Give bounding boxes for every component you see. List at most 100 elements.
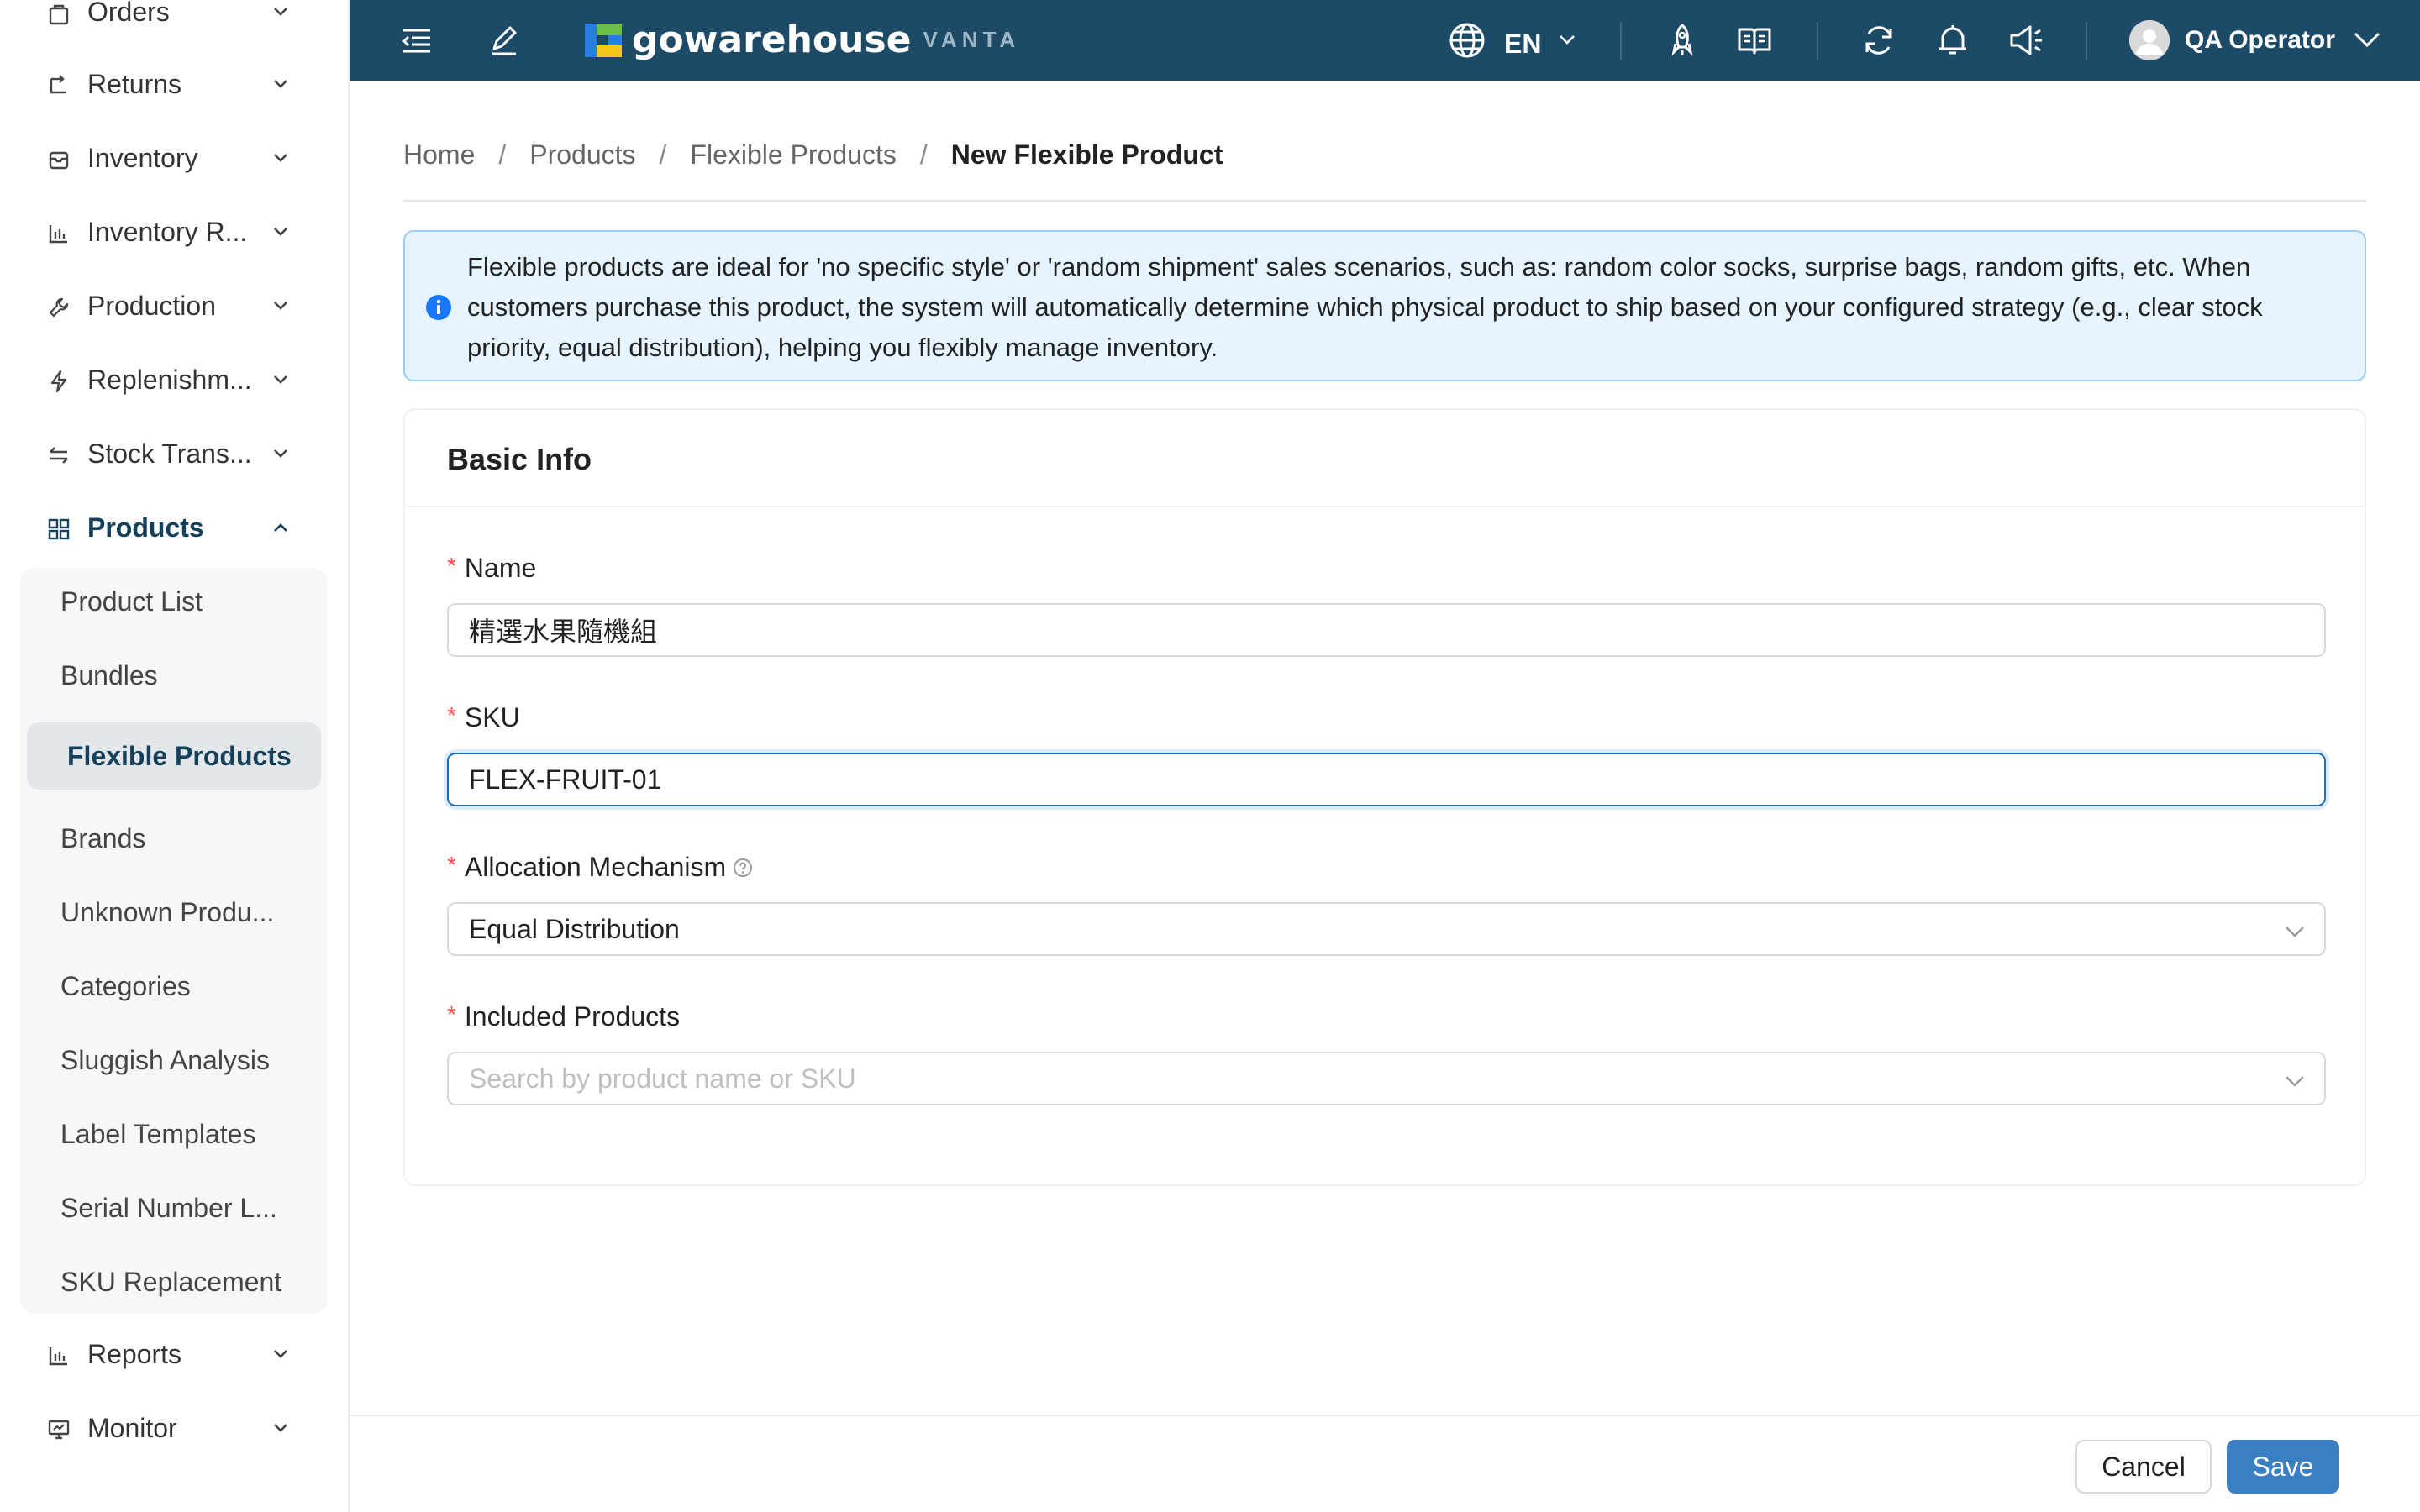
nav-label: Returns xyxy=(87,68,182,99)
nav-item-returns[interactable]: Returns xyxy=(0,50,350,118)
nav-label: Reports xyxy=(87,1338,182,1369)
refresh-icon[interactable] xyxy=(1860,22,1897,59)
label-text: Included Products xyxy=(464,1001,681,1032)
cancel-button[interactable]: Cancel xyxy=(2075,1440,2212,1494)
submenu-item-label-templates[interactable]: Label Templates xyxy=(20,1085,334,1152)
edit-icon[interactable] xyxy=(486,22,523,59)
box-icon xyxy=(49,151,69,170)
submenu-label: Unknown Produ... xyxy=(60,897,275,927)
name-label: * Name xyxy=(447,553,536,584)
nav-item-products[interactable]: Products xyxy=(0,494,350,561)
save-button[interactable]: Save xyxy=(2227,1440,2339,1494)
chevron-down-icon xyxy=(274,1424,287,1432)
required-mark: * xyxy=(447,702,456,728)
required-mark: * xyxy=(447,553,456,579)
breadcrumb-current: New Flexible Product xyxy=(950,139,1223,170)
breadcrumb: Home / Products / Flexible Products / Ne… xyxy=(403,139,1223,171)
bar-chart-icon xyxy=(49,1347,67,1366)
chevron-up-icon xyxy=(274,523,287,532)
submenu-item-categories[interactable]: Categories xyxy=(20,937,334,1005)
header-divider xyxy=(1817,22,1818,60)
submenu-item-unknown-products[interactable]: Unknown Produ... xyxy=(20,864,334,931)
section-title: Basic Info xyxy=(447,442,592,476)
grid-icon xyxy=(48,518,70,540)
submenu-item-brands[interactable]: Brands xyxy=(20,790,334,857)
chevron-down-icon xyxy=(274,375,287,384)
nav-item-replenishment[interactable]: Replenishm... xyxy=(0,346,350,413)
submenu-label: Bundles xyxy=(60,660,158,690)
globe-icon[interactable] xyxy=(1447,20,1487,60)
chevron-down-icon xyxy=(274,8,287,16)
chevron-down-icon xyxy=(274,80,287,88)
bar-chart-icon xyxy=(49,225,67,244)
logo-mark-icon xyxy=(585,23,622,57)
label-text: SKU xyxy=(464,702,520,732)
brand-logo[interactable]: gowarehouse VANTA xyxy=(585,18,1020,61)
form-footer: Cancel Save xyxy=(350,1415,2420,1512)
submenu-item-serial-number[interactable]: Serial Number L... xyxy=(20,1159,334,1226)
chevron-down-icon xyxy=(274,302,287,310)
breadcrumb-home[interactable]: Home xyxy=(403,139,475,171)
chevron-down-icon xyxy=(274,1350,287,1358)
included-products-select[interactable]: Search by product name or SKU xyxy=(447,1052,2326,1105)
nav-label: Stock Trans... xyxy=(87,438,252,469)
chevron-down-icon xyxy=(2286,927,2304,937)
label-text: Name xyxy=(464,553,537,583)
monitor-icon xyxy=(48,1420,70,1440)
nav-item-production[interactable]: Production xyxy=(0,272,350,339)
breadcrumb-products[interactable]: Products xyxy=(529,139,635,171)
submenu-label: Brands xyxy=(60,823,146,853)
allocation-value: Equal Distribution xyxy=(469,913,680,944)
submenu-item-flexible-products[interactable]: Flexible Products xyxy=(27,722,321,790)
breadcrumb-separator: / xyxy=(659,139,667,170)
nav-item-stock-transfer[interactable]: Stock Trans... xyxy=(0,420,350,487)
submenu-label: Label Templates xyxy=(60,1119,256,1149)
user-menu[interactable]: QA Operator xyxy=(2129,17,2384,64)
card-header: Basic Info xyxy=(405,410,2365,507)
submenu-item-bundles[interactable]: Bundles xyxy=(20,642,334,709)
allocation-label: * Allocation Mechanism xyxy=(447,852,753,883)
brand-name: gowarehouse xyxy=(632,18,912,61)
sku-label: * SKU xyxy=(447,702,520,733)
wrench-icon xyxy=(49,297,69,318)
name-field[interactable]: 精選水果隨機組 xyxy=(447,603,2326,657)
submenu-item-sluggish-analysis[interactable]: Sluggish Analysis xyxy=(20,1011,334,1079)
label-text: Allocation Mechanism xyxy=(464,852,727,882)
announcement-icon[interactable] xyxy=(2008,22,2045,59)
brand-sub: VANTA xyxy=(923,27,1021,52)
chevron-down-icon xyxy=(2286,1076,2304,1087)
nav-item-monitor[interactable]: Monitor xyxy=(0,1394,350,1462)
avatar xyxy=(2129,20,2170,60)
header-divider xyxy=(1620,22,1622,60)
nav-item-inventory-reports[interactable]: Inventory R... xyxy=(0,198,350,265)
sidebar: Orders Returns Inventory Inventory R... … xyxy=(0,0,350,1512)
submenu-item-product-list[interactable]: Product List xyxy=(20,568,334,635)
help-icon[interactable] xyxy=(733,858,753,878)
submenu-label: Serial Number L... xyxy=(60,1193,277,1223)
basic-info-card: Basic Info * Name 精選水果隨機組 * SKU FLEX-FRUIT… xyxy=(403,408,2366,1186)
nav-item-inventory[interactable]: Inventory xyxy=(0,124,350,192)
submenu-label: Product List xyxy=(60,586,203,617)
return-icon xyxy=(50,75,66,94)
chevron-down-icon xyxy=(2354,32,2380,48)
menu-collapse-icon[interactable] xyxy=(398,22,435,59)
submenu-item-sku-replacement[interactable]: SKU Replacement xyxy=(20,1233,334,1300)
allocation-select[interactable]: Equal Distribution xyxy=(447,902,2326,956)
chevron-down-icon[interactable] xyxy=(1556,29,1578,50)
user-name: QA Operator xyxy=(2185,26,2335,54)
bolt-icon xyxy=(50,370,67,393)
nav-label: Monitor xyxy=(87,1412,177,1443)
rocket-icon[interactable] xyxy=(1664,22,1701,59)
info-icon xyxy=(426,295,451,320)
submenu-label: Categories xyxy=(60,971,191,1001)
info-alert: Flexible products are ideal for 'no spec… xyxy=(403,230,2366,381)
bell-icon[interactable] xyxy=(1934,22,1971,59)
nav-label: Replenishm... xyxy=(87,364,252,395)
nav-item-reports[interactable]: Reports xyxy=(0,1320,350,1388)
nav-item-orders[interactable]: Orders xyxy=(0,0,350,45)
book-icon[interactable] xyxy=(1736,22,1773,59)
sku-field[interactable]: FLEX-FRUIT-01 xyxy=(447,753,2326,806)
breadcrumb-flexible-products[interactable]: Flexible Products xyxy=(690,139,896,171)
language-selector[interactable]: EN xyxy=(1504,29,1541,60)
transfer-icon xyxy=(50,447,68,464)
